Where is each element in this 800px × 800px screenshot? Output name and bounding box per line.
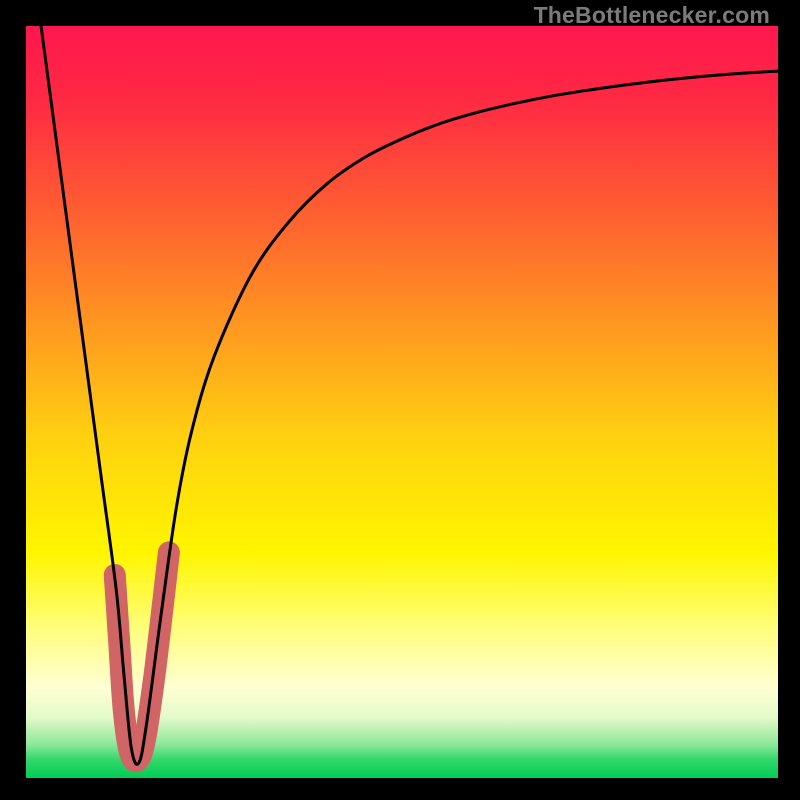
watermark-text: TheBottlenecker.com bbox=[534, 2, 770, 29]
chart-svg bbox=[26, 26, 778, 778]
chart-frame: TheBottlenecker.com bbox=[0, 0, 800, 800]
plot-area bbox=[26, 26, 778, 778]
